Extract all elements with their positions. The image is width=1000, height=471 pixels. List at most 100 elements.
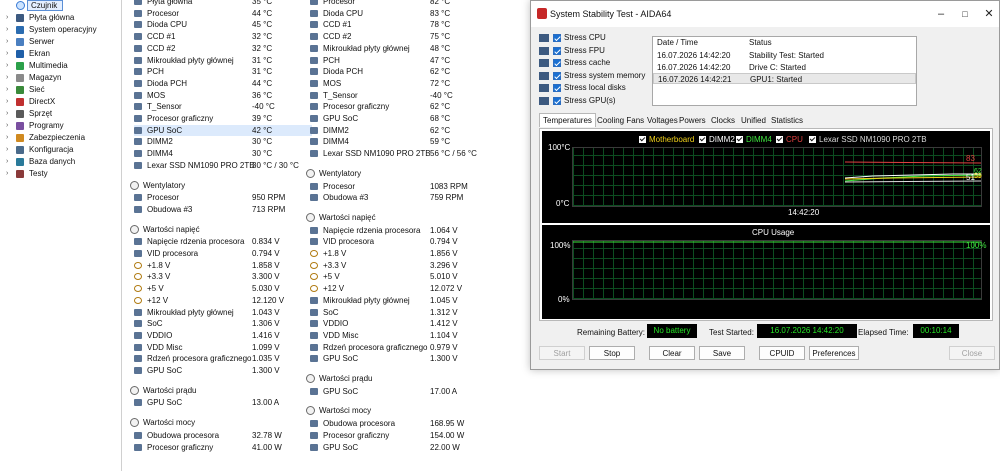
sensor-row[interactable]: Lexar SSD NM1090 PRO 2TB 56 °C / 56 °C — [310, 148, 490, 159]
expand-chevron-icon[interactable]: › — [6, 96, 12, 108]
sensor-row[interactable]: Procesor 44 °C — [134, 8, 312, 19]
sensor-row[interactable]: Procesor graficzny 41.00 W — [134, 442, 312, 453]
tab-statistics[interactable]: Statistics — [771, 114, 803, 128]
sensor-row[interactable]: Rdzeń procesora graficznego 1.035 V — [134, 353, 312, 364]
tab-cooling-fans[interactable]: Cooling Fans — [597, 114, 644, 128]
sensor-row[interactable]: +5 V 5.010 V — [310, 271, 490, 282]
expand-chevron-icon[interactable]: › — [6, 108, 12, 120]
expand-chevron-icon[interactable]: › — [6, 48, 12, 60]
checkbox-checked[interactable] — [553, 96, 561, 105]
expand-chevron-icon[interactable]: › — [6, 144, 12, 156]
sensor-row[interactable]: Dioda CPU 83 °C — [310, 8, 490, 19]
expand-chevron-icon[interactable]: › — [6, 60, 12, 72]
expand-chevron-icon[interactable]: › — [6, 156, 12, 168]
sensor-row[interactable]: +3.3 V 3.296 V — [310, 260, 490, 271]
sensor-row[interactable]: DIMM2 30 °C — [134, 136, 312, 147]
sensor-row[interactable]: GPU SoC 17.00 A — [310, 386, 490, 397]
close-button[interactable]: Close — [949, 346, 995, 360]
sensor-row[interactable]: VDD Misc 1.099 V — [134, 342, 312, 353]
sensor-row[interactable]: MOS 36 °C — [134, 90, 312, 101]
sensor-row[interactable]: Procesor graficzny 39 °C — [134, 113, 312, 124]
sensor-row[interactable]: +1.8 V 1.856 V — [310, 248, 490, 259]
sensor-row[interactable]: DIMM2 62 °C — [310, 125, 490, 136]
sensor-row[interactable]: Mikroukład płyty głównej 48 °C — [310, 43, 490, 54]
log-row[interactable]: 16.07.2026 14:42:20 Stability Test: Start… — [653, 50, 916, 61]
checkbox-checked[interactable] — [553, 84, 561, 92]
sensor-row[interactable]: T_Sensor -40 °C — [134, 101, 312, 112]
sensor-row[interactable]: Obudowa #3 759 RPM — [310, 192, 490, 203]
cpuid-button[interactable]: CPUID — [759, 346, 805, 360]
legend-checkbox[interactable] — [699, 136, 706, 143]
sensor-row[interactable]: GPU SoC 1.300 V — [134, 365, 312, 376]
tab-clocks[interactable]: Clocks — [711, 114, 735, 128]
sensor-row[interactable]: Obudowa #3 713 RPM — [134, 204, 312, 215]
sensor-row[interactable]: +12 V 12.072 V — [310, 283, 490, 294]
event-log-table[interactable]: Date / Time Status 16.07.2026 14:42:20 St… — [652, 36, 917, 106]
checkbox-checked[interactable] — [553, 59, 561, 67]
stop-button[interactable]: Stop — [589, 346, 635, 360]
sensor-row[interactable]: +3.3 V 3.300 V — [134, 271, 312, 282]
sensor-row[interactable]: +1.8 V 1.858 V — [134, 260, 312, 271]
sensor-row[interactable]: Płyta główna 35 °C — [134, 0, 312, 7]
sensor-row[interactable]: Obudowa procesora 32.78 W — [134, 430, 312, 441]
sensor-row[interactable]: VDDIO 1.412 V — [310, 318, 490, 329]
sensor-row[interactable]: GPU SoC 42 °C — [134, 124, 312, 136]
legend-checkbox[interactable] — [776, 136, 783, 143]
log-row[interactable]: 16.07.2026 14:42:20 Drive C: Started — [653, 62, 916, 73]
sensor-row[interactable]: CCD #1 78 °C — [310, 19, 490, 30]
log-row[interactable]: 16.07.2026 14:42:21 GPU1: Started — [653, 73, 916, 84]
sensor-row[interactable]: Lexar SSD NM1090 PRO 2TB 30 °C / 30 °C — [134, 160, 312, 171]
sensor-row[interactable]: Napięcie rdzenia procesora 0.834 V — [134, 236, 312, 247]
sensor-row[interactable]: CCD #1 32 °C — [134, 31, 312, 42]
sensor-row[interactable]: Procesor 950 RPM — [134, 192, 312, 203]
sensor-row[interactable]: Dioda CPU 45 °C — [134, 19, 312, 30]
checkbox-checked[interactable] — [553, 71, 561, 80]
legend-checkbox[interactable] — [809, 136, 816, 143]
sensor-row[interactable]: CCD #2 32 °C — [134, 43, 312, 54]
clear-button[interactable]: Clear — [649, 346, 695, 360]
expand-chevron-icon[interactable]: › — [6, 132, 12, 144]
expand-chevron-icon[interactable]: › — [6, 12, 12, 24]
expand-chevron-icon[interactable]: › — [6, 168, 12, 180]
sensor-row[interactable]: SoC 1.312 V — [310, 307, 490, 318]
sensor-row[interactable]: Procesor graficzny 62 °C — [310, 101, 490, 112]
maximize-button[interactable]: □ — [953, 6, 977, 22]
sensor-row[interactable]: VID procesora 0.794 V — [310, 236, 490, 247]
sensor-row[interactable]: Dioda PCH 62 °C — [310, 66, 490, 77]
sensor-row[interactable]: +12 V 12.120 V — [134, 295, 312, 306]
minimize-button[interactable]: – — [929, 6, 953, 22]
sensor-row[interactable]: PCH 31 °C — [134, 66, 312, 77]
sensor-row[interactable]: GPU SoC 68 °C — [310, 113, 490, 124]
sensor-row[interactable]: Rdzeń procesora graficznego 0.979 V — [310, 342, 490, 353]
start-button[interactable]: Start — [539, 346, 585, 360]
sensor-row[interactable]: GPU SoC 22.00 W — [310, 442, 490, 453]
sensor-row[interactable]: DIMM4 59 °C — [310, 136, 490, 147]
tab-powers[interactable]: Powers — [679, 114, 706, 128]
expand-chevron-icon[interactable]: › — [6, 24, 12, 36]
checkbox-checked[interactable] — [553, 46, 561, 55]
sensor-row[interactable]: Procesor graficzny 154.00 W — [310, 430, 490, 441]
sensor-row[interactable]: VID procesora 0.794 V — [134, 248, 312, 259]
sensor-row[interactable]: DIMM4 30 °C — [134, 148, 312, 159]
sensor-row[interactable]: Mikroukład płyty głównej 31 °C — [134, 55, 312, 66]
tab-voltages[interactable]: Voltages — [647, 114, 678, 128]
tab-unified[interactable]: Unified — [741, 114, 766, 128]
sensor-row[interactable]: Mikroukład płyty głównej 1.043 V — [134, 307, 312, 318]
expand-chevron-icon[interactable]: › — [6, 120, 12, 132]
sensor-row[interactable]: Procesor 82 °C — [310, 0, 490, 7]
sensor-row[interactable]: GPU SoC 13.00 A — [134, 397, 312, 408]
tab-temperatures[interactable]: Temperatures — [539, 113, 596, 127]
sensor-row[interactable]: Obudowa procesora 168.95 W — [310, 418, 490, 429]
save-button[interactable]: Save — [699, 346, 745, 360]
sensor-row[interactable]: MOS 72 °C — [310, 78, 490, 89]
sensor-row[interactable]: +5 V 5.030 V — [134, 283, 312, 294]
sensor-row[interactable]: PCH 47 °C — [310, 55, 490, 66]
sensor-row[interactable]: T_Sensor -40 °C — [310, 90, 490, 101]
expand-chevron-icon[interactable]: › — [6, 36, 12, 48]
legend-checkbox[interactable] — [736, 136, 743, 143]
sensor-row[interactable]: GPU SoC 1.300 V — [310, 353, 490, 364]
sensor-row[interactable]: CCD #2 75 °C — [310, 31, 490, 42]
expand-chevron-icon[interactable]: › — [6, 84, 12, 96]
checkbox-checked[interactable] — [553, 34, 561, 42]
close-window-button[interactable]: ✕ — [977, 6, 1000, 22]
